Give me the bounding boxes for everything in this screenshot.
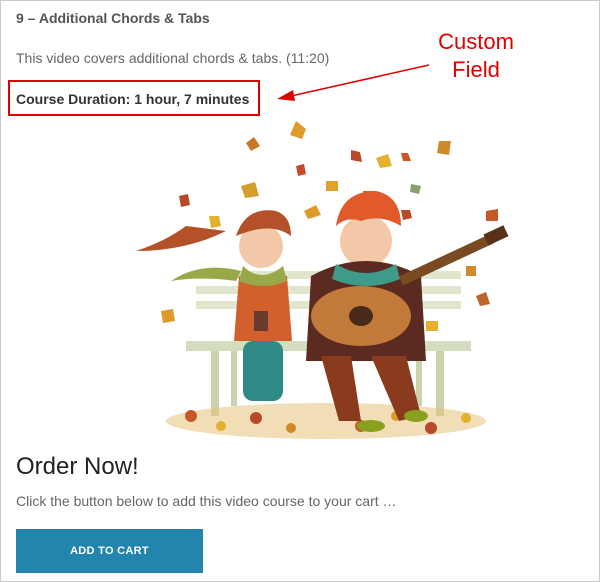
order-description: Click the button below to add this video… bbox=[16, 493, 397, 509]
leaf-pile-icon bbox=[166, 403, 486, 439]
order-now-heading: Order Now! bbox=[16, 453, 139, 480]
autumn-couple-illustration bbox=[136, 121, 509, 439]
add-to-cart-button[interactable]: ADD TO CART bbox=[16, 529, 203, 573]
content-panel: 9 – Additional Chords & Tabs This video … bbox=[0, 0, 600, 582]
callout-arrow-icon bbox=[277, 64, 430, 101]
